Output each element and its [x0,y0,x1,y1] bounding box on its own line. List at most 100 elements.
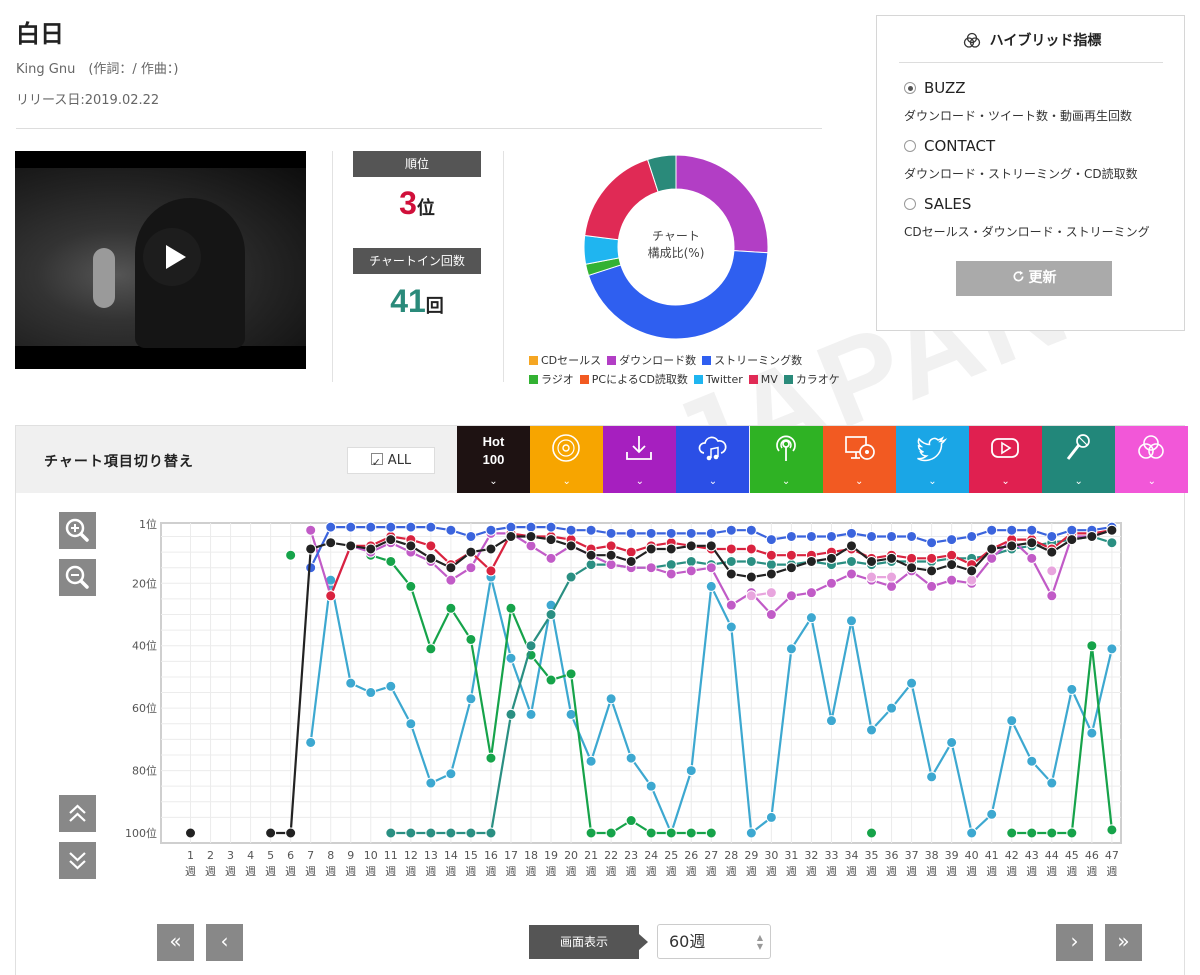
data-point[interactable] [926,771,938,783]
data-point[interactable] [645,780,657,792]
spinner-icon[interactable]: ▲ ▼ [757,933,763,951]
zoom-out-button[interactable] [59,559,96,596]
tab-radio[interactable]: ⌄ [749,426,823,493]
data-point[interactable] [565,668,577,680]
data-point[interactable] [485,543,497,555]
data-point[interactable] [825,552,837,564]
data-point[interactable] [605,559,617,571]
scroll-up-button[interactable] [59,795,96,832]
data-point[interactable] [505,530,517,542]
data-point[interactable] [785,590,797,602]
data-point[interactable] [705,562,717,574]
data-point[interactable] [605,827,617,839]
data-point[interactable] [1066,524,1078,536]
data-point[interactable] [1106,524,1118,536]
data-point[interactable] [445,827,457,839]
data-point[interactable] [1066,827,1078,839]
data-point[interactable] [285,827,297,839]
data-point[interactable] [365,521,377,533]
data-point[interactable] [765,559,777,571]
data-point[interactable] [585,827,597,839]
data-point[interactable] [866,724,878,736]
data-point[interactable] [685,827,697,839]
data-point[interactable] [946,574,958,586]
data-point[interactable] [625,546,637,558]
data-point[interactable] [705,827,717,839]
data-point[interactable] [1086,640,1098,652]
data-point[interactable] [745,524,757,536]
data-point[interactable] [325,590,337,602]
data-point[interactable] [986,552,998,564]
data-point[interactable] [605,693,617,705]
data-point[interactable] [325,537,337,549]
data-point[interactable] [845,568,857,580]
radio-circle[interactable] [904,140,916,152]
tab-twitter[interactable]: ⌄ [895,426,969,493]
data-point[interactable] [685,555,697,567]
data-point[interactable] [1026,827,1038,839]
data-point[interactable] [1006,540,1018,552]
data-point[interactable] [745,827,757,839]
data-point[interactable] [1026,524,1038,536]
data-point[interactable] [485,752,497,764]
data-point[interactable] [405,827,417,839]
data-point[interactable] [345,540,357,552]
data-point[interactable] [445,524,457,536]
data-point[interactable] [886,702,898,714]
data-point[interactable] [665,559,677,571]
data-point[interactable] [725,621,737,633]
data-point[interactable] [405,521,417,533]
data-point[interactable] [966,827,978,839]
data-point[interactable] [1006,715,1018,727]
data-point[interactable] [785,549,797,561]
data-point[interactable] [1046,590,1058,602]
data-point[interactable] [825,530,837,542]
data-point[interactable] [1106,537,1118,549]
data-point[interactable] [425,552,437,564]
data-point[interactable] [1066,683,1078,695]
data-point[interactable] [265,827,277,839]
data-point[interactable] [986,543,998,555]
data-point[interactable] [565,524,577,536]
data-point[interactable] [926,537,938,549]
radio-circle[interactable] [904,82,916,94]
data-point[interactable] [425,643,437,655]
data-point[interactable] [906,552,918,564]
data-point[interactable] [785,643,797,655]
data-point[interactable] [605,527,617,539]
data-point[interactable] [886,571,898,583]
data-point[interactable] [365,543,377,555]
data-point[interactable] [425,540,437,552]
data-point[interactable] [425,521,437,533]
tab-hot100[interactable]: Hot 100 ⌄ [457,426,530,493]
data-point[interactable] [986,808,998,820]
data-point[interactable] [525,540,537,552]
data-point[interactable] [645,527,657,539]
data-point[interactable] [926,580,938,592]
data-point[interactable] [645,562,657,574]
data-point[interactable] [946,559,958,571]
data-point[interactable] [625,555,637,567]
data-point[interactable] [545,674,557,686]
data-point[interactable] [845,540,857,552]
data-point[interactable] [385,827,397,839]
data-point[interactable] [525,530,537,542]
data-point[interactable] [485,524,497,536]
data-point[interactable] [1046,827,1058,839]
data-point[interactable] [745,543,757,555]
data-point[interactable] [665,527,677,539]
data-point[interactable] [966,565,978,577]
data-point[interactable] [465,530,477,542]
data-point[interactable] [825,715,837,727]
data-point[interactable] [665,827,677,839]
data-point[interactable] [1006,827,1018,839]
data-point[interactable] [946,549,958,561]
data-point[interactable] [725,555,737,567]
data-point[interactable] [605,549,617,561]
data-point[interactable] [685,540,697,552]
data-point[interactable] [805,612,817,624]
data-point[interactable] [325,521,337,533]
data-point[interactable] [765,568,777,580]
data-point[interactable] [765,587,777,599]
tab-cd-sales[interactable]: ⌄ [530,426,604,493]
